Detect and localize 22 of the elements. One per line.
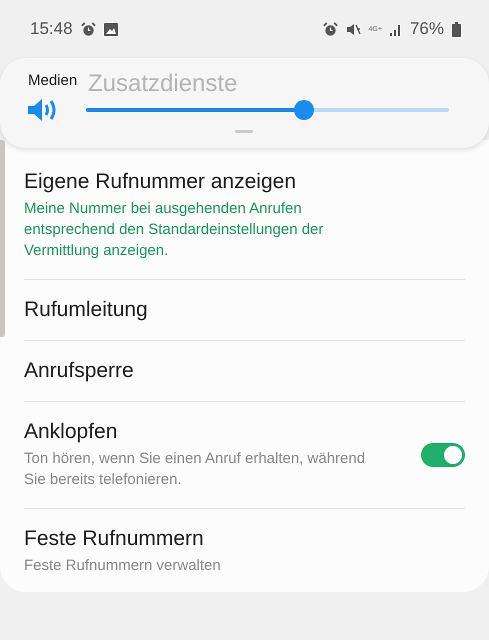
setting-summary: Feste Rufnummern verwalten — [24, 556, 222, 576]
setting-summary: Meine Nummer bei ausgehenden Anrufen entsprechend den Standardeinstellungen der Vermittlung anzeigen. — [24, 199, 324, 261]
screen-title: Zusatzdienste — [88, 70, 238, 98]
toggle-switch[interactable] — [421, 443, 465, 467]
mute-vibrate-icon — [346, 22, 361, 36]
signal-icon — [390, 22, 402, 36]
battery-icon — [452, 22, 461, 36]
setting-summary: Ton hören, wenn Sie einen Anruf erhalten, während Sie bereits telefonieren. — [24, 449, 366, 490]
drag-handle[interactable] — [234, 130, 252, 133]
volume-label: Medien — [28, 72, 78, 89]
battery-percent: 76% — [410, 19, 444, 39]
slider-thumb[interactable] — [294, 100, 314, 120]
clock-time: 15:48 — [30, 19, 73, 39]
setting-title[interactable]: Anrufsperre — [24, 359, 465, 383]
alarm-icon — [80, 22, 96, 36]
speaker-icon[interactable] — [28, 98, 58, 122]
alarm-icon — [322, 22, 338, 36]
image-icon — [104, 22, 118, 36]
setting-title[interactable]: Eigene Rufnummer anzeigen — [24, 170, 465, 194]
setting-title[interactable]: Feste Rufnummern — [24, 527, 465, 551]
setting-title[interactable]: Anklopfen — [24, 420, 401, 444]
setting-title[interactable]: Rufumleitung — [24, 298, 465, 322]
